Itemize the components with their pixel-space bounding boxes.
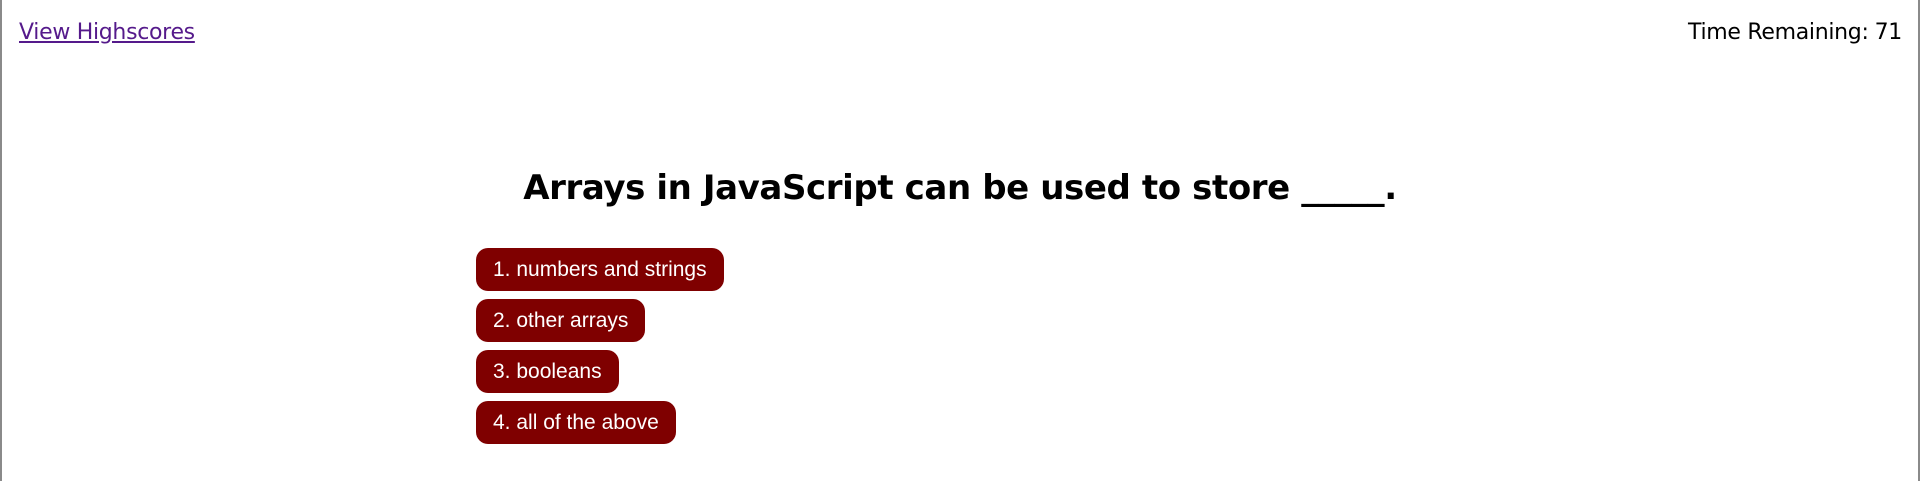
timer: Time Remaining: 71 xyxy=(1688,20,1902,45)
choice-button-2[interactable]: 2. other arrays xyxy=(476,299,646,342)
view-highscores-link[interactable]: View Highscores xyxy=(19,20,195,45)
question-title: Arrays in JavaScript can be used to stor… xyxy=(523,168,1397,208)
choice-button-3[interactable]: 3. booleans xyxy=(476,350,619,393)
timer-value: 71 xyxy=(1874,20,1903,45)
choice-button-1[interactable]: 1. numbers and strings xyxy=(476,248,724,291)
choice-button-4[interactable]: 4. all of the above xyxy=(476,401,676,444)
timer-label: Time Remaining: xyxy=(1688,20,1869,45)
answer-choices: 1. numbers and strings 2. other arrays 3… xyxy=(476,248,724,444)
